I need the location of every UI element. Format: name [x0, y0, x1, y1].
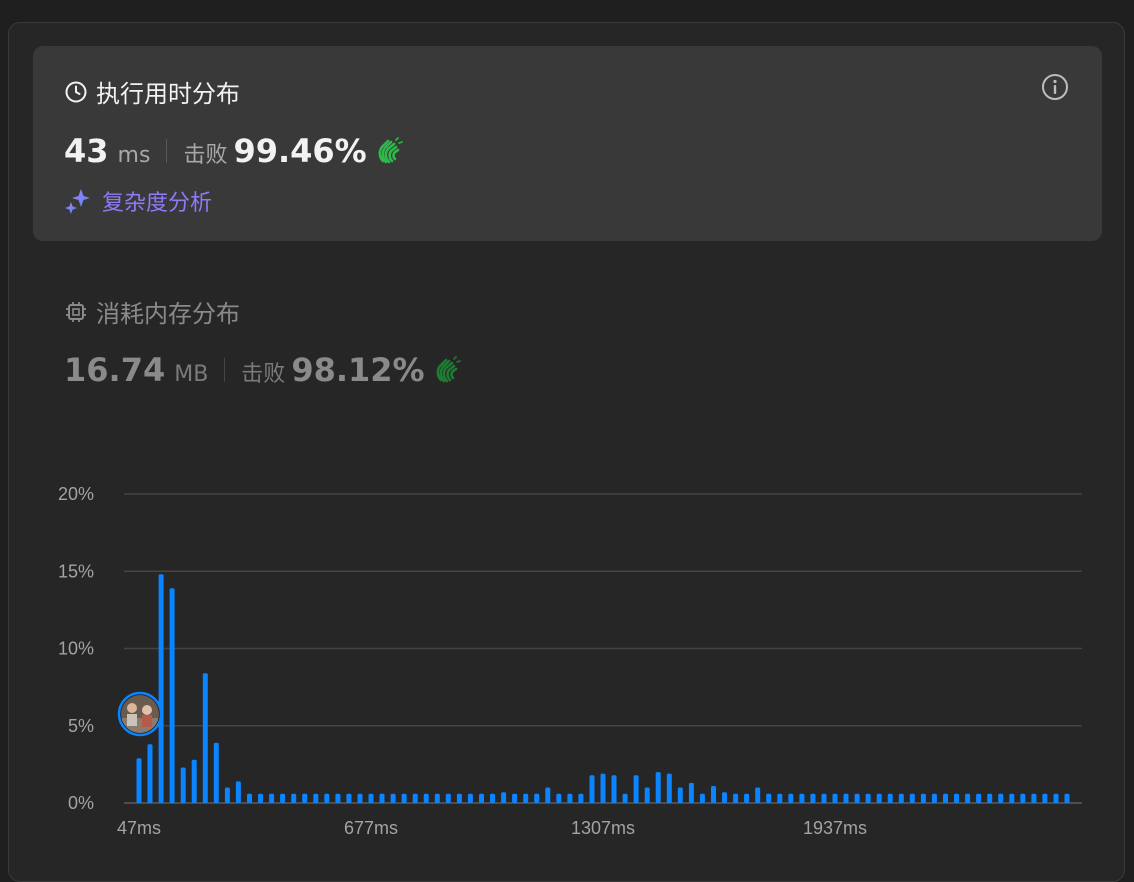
x-tick-label: 47ms — [117, 818, 161, 838]
y-tick-label: 10% — [58, 639, 94, 659]
distribution-bar[interactable] — [313, 793, 319, 803]
distribution-bar[interactable] — [600, 773, 606, 803]
distribution-bar[interactable] — [810, 793, 816, 803]
distribution-bar[interactable] — [931, 793, 937, 803]
distribution-bar[interactable] — [456, 793, 462, 803]
distribution-bar[interactable] — [1031, 793, 1037, 803]
distribution-bar[interactable] — [523, 793, 529, 803]
distribution-bar[interactable] — [633, 775, 639, 803]
distribution-bar[interactable] — [655, 772, 661, 803]
distribution-bar[interactable] — [965, 793, 971, 803]
distribution-bar[interactable] — [258, 793, 263, 803]
distribution-bar[interactable] — [644, 787, 650, 804]
distribution-bar[interactable] — [346, 793, 352, 803]
distribution-bar[interactable] — [213, 742, 219, 803]
distribution-bar[interactable] — [202, 673, 208, 803]
distribution-bar[interactable] — [832, 793, 838, 803]
distribution-bar[interactable] — [666, 773, 672, 803]
y-tick-label: 0% — [68, 793, 94, 813]
distribution-bar[interactable] — [755, 787, 761, 804]
distribution-bar[interactable] — [302, 793, 308, 803]
distribution-bar[interactable] — [677, 787, 683, 804]
distribution-bar[interactable] — [699, 793, 705, 803]
distribution-bar[interactable] — [534, 793, 540, 803]
distribution-bar[interactable] — [843, 793, 849, 803]
distribution-bar[interactable] — [688, 782, 694, 803]
distribution-bar[interactable] — [777, 793, 783, 803]
distribution-bar[interactable] — [357, 793, 363, 803]
distribution-bar[interactable] — [920, 793, 926, 803]
distribution-bar[interactable] — [909, 793, 915, 803]
distribution-bar[interactable] — [280, 793, 286, 803]
distribution-bar[interactable] — [379, 793, 385, 803]
distribution-bar[interactable] — [865, 793, 871, 803]
distribution-bar[interactable] — [821, 793, 827, 803]
distribution-bar[interactable] — [180, 767, 186, 804]
x-tick-label: 1307ms — [571, 818, 635, 838]
distribution-bar[interactable] — [191, 759, 197, 803]
distribution-bar[interactable] — [434, 793, 440, 803]
distribution-bar[interactable] — [324, 793, 330, 803]
y-tick-label: 15% — [58, 561, 94, 581]
distribution-bar[interactable] — [987, 793, 993, 803]
distribution-bar[interactable] — [1020, 793, 1026, 803]
distribution-bar[interactable] — [788, 793, 794, 803]
distribution-bar[interactable] — [147, 744, 153, 803]
distribution-bar[interactable] — [556, 793, 562, 803]
distribution-bar[interactable] — [622, 793, 628, 803]
distribution-bar[interactable] — [490, 793, 495, 803]
distribution-bar[interactable] — [423, 793, 429, 803]
distribution-bar[interactable] — [954, 793, 959, 803]
distribution-bar[interactable] — [976, 793, 982, 803]
distribution-bar[interactable] — [1064, 793, 1070, 803]
distribution-bar[interactable] — [390, 793, 396, 803]
distribution-bar[interactable] — [512, 793, 518, 803]
user-avatar[interactable] — [117, 691, 163, 737]
distribution-bar[interactable] — [943, 793, 948, 803]
x-tick-label: 677ms — [344, 818, 398, 838]
distribution-bar[interactable] — [744, 793, 750, 803]
distribution-bar[interactable] — [887, 793, 893, 803]
distribution-bar[interactable] — [578, 793, 584, 803]
distribution-bar[interactable] — [445, 793, 451, 803]
distribution-bar[interactable] — [854, 793, 860, 803]
distribution-bar[interactable] — [501, 792, 507, 803]
y-tick-label: 5% — [68, 716, 94, 736]
distribution-bar[interactable] — [998, 793, 1004, 803]
distribution-bar[interactable] — [158, 574, 164, 803]
distribution-bar[interactable] — [335, 793, 341, 803]
distribution-bar[interactable] — [479, 793, 484, 803]
distribution-bar[interactable] — [247, 793, 252, 803]
distribution-bar[interactable] — [799, 793, 805, 803]
distribution-bar[interactable] — [1053, 793, 1059, 803]
distribution-bar[interactable] — [136, 758, 142, 803]
distribution-bar[interactable] — [876, 793, 882, 803]
distribution-bar[interactable] — [545, 787, 551, 804]
distribution-bar[interactable] — [169, 588, 175, 803]
distribution-bar[interactable] — [269, 793, 275, 803]
distribution-bar[interactable] — [733, 793, 739, 803]
distribution-bar[interactable] — [1009, 793, 1015, 803]
distribution-bar[interactable] — [412, 793, 418, 803]
distribution-bar[interactable] — [567, 793, 573, 803]
distribution-bar[interactable] — [291, 793, 297, 803]
distribution-bar[interactable] — [722, 792, 727, 803]
distribution-bar[interactable] — [235, 781, 241, 803]
x-tick-label: 1937ms — [803, 818, 867, 838]
distribution-bar[interactable] — [766, 793, 772, 803]
runtime-distribution-chart[interactable]: 20% 15% 10% 5% 0% 47ms 677ms 1307ms 1937ms — [0, 0, 1134, 856]
distribution-bar[interactable] — [711, 786, 716, 803]
distribution-bar[interactable] — [368, 793, 374, 803]
distribution-bar[interactable] — [589, 775, 595, 803]
y-tick-label: 20% — [58, 484, 94, 504]
distribution-bar[interactable] — [401, 793, 407, 803]
distribution-bar[interactable] — [467, 793, 473, 803]
distribution-bar[interactable] — [611, 775, 617, 803]
distribution-bar[interactable] — [898, 793, 904, 803]
distribution-bar[interactable] — [224, 787, 230, 804]
distribution-bar[interactable] — [1042, 793, 1048, 803]
